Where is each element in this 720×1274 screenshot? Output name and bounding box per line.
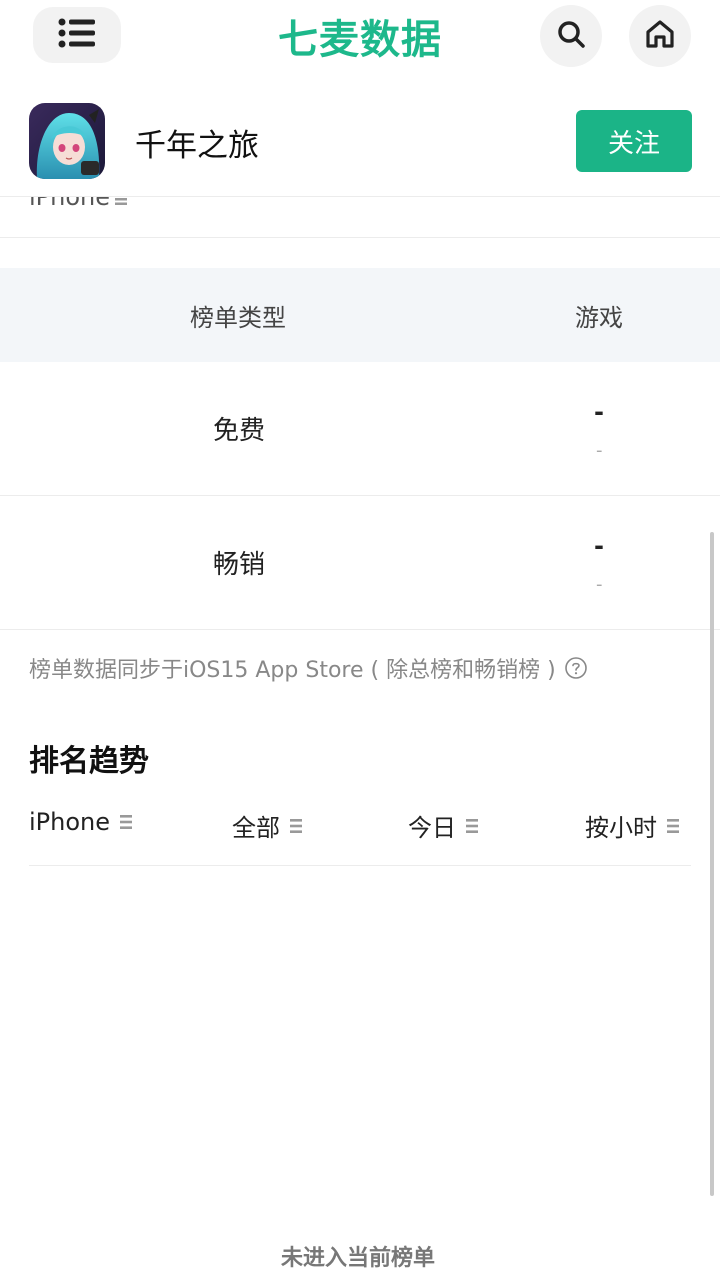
top-bar: 七麦数据: [0, 0, 720, 78]
filter-date[interactable]: 今日: [408, 808, 478, 843]
rank-value: -: [594, 398, 604, 426]
filter-granularity[interactable]: 按小时: [585, 808, 679, 843]
table-row: 畅销 - -: [0, 496, 720, 630]
rank-table-header: 榜单类型 游戏: [0, 268, 720, 362]
dropdown-icon: [290, 818, 302, 834]
row-label-grossing: 畅销: [213, 550, 266, 580]
device-selector-row: iPhone: [0, 196, 720, 238]
brand-logo[interactable]: 七麦数据: [260, 6, 460, 66]
list-icon: [58, 18, 96, 52]
scrollbar[interactable]: [710, 532, 714, 1196]
filter-label: iPhone: [29, 808, 111, 836]
filter-label: 今日: [408, 814, 456, 842]
filter-category[interactable]: 全部: [232, 808, 302, 843]
sync-note: 榜单数据同步于iOS15 App Store ( 除总榜和畅销榜 ): [29, 652, 588, 684]
home-button[interactable]: [629, 5, 691, 67]
page: 七麦数据 千年之旅 关注 iPhone 榜单类型 游戏 免费 - - 畅销 - …: [0, 0, 720, 1274]
dropdown-icon: [120, 814, 133, 830]
menu-button[interactable]: [33, 7, 121, 63]
column-header-type: 榜单类型: [190, 304, 286, 332]
filter-label: 按小时: [585, 814, 657, 842]
filter-device[interactable]: iPhone: [29, 808, 133, 836]
filter-label: 全部: [232, 814, 280, 842]
rank-change: -: [596, 440, 603, 461]
trend-filters: iPhone 全部 今日 按小时: [29, 796, 691, 866]
app-icon[interactable]: [29, 103, 105, 179]
dropdown-icon: [115, 197, 127, 214]
brand-logo-text: 七麦数据: [278, 17, 442, 63]
rank-value: -: [594, 532, 604, 560]
sync-note-text: 榜单数据同步于iOS15 App Store ( 除总榜和畅销榜 ): [29, 658, 556, 683]
home-icon: [644, 18, 676, 54]
dropdown-icon: [466, 818, 478, 834]
app-name: 千年之旅: [135, 128, 259, 164]
dropdown-icon: [667, 818, 679, 834]
empty-chart-message: 未进入当前榜单: [280, 1246, 435, 1271]
row-label-free: 免费: [213, 416, 266, 446]
table-row: 免费 - -: [0, 362, 720, 496]
search-icon: [556, 19, 586, 53]
help-icon[interactable]: [564, 656, 588, 680]
app-header: 千年之旅 关注: [0, 78, 720, 196]
rank-change: -: [596, 574, 603, 595]
section-title: 排名趋势: [29, 744, 149, 779]
search-button[interactable]: [540, 5, 602, 67]
follow-button[interactable]: 关注: [576, 110, 692, 172]
device-selector-label[interactable]: iPhone: [29, 197, 110, 211]
column-header-game: 游戏: [575, 304, 623, 332]
